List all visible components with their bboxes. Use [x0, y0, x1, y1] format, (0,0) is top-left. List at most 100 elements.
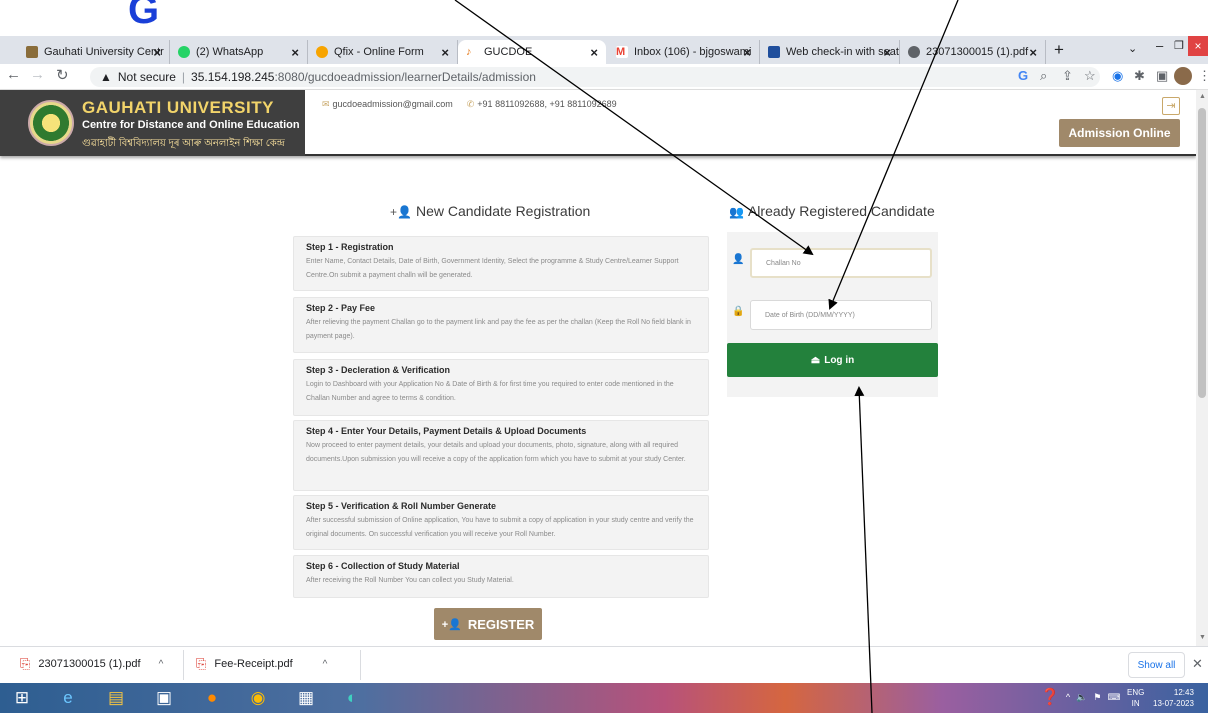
profile-avatar[interactable]	[1174, 67, 1192, 85]
firefox-icon[interactable]: ●	[200, 686, 224, 710]
url-host: 35.154.198.245	[191, 70, 275, 84]
login-button-label: Log in	[824, 354, 855, 366]
centre-name: Centre for Distance and Online Education	[82, 119, 300, 131]
tab-webcheckin[interactable]: Web check-in with seat s ×	[760, 40, 900, 64]
security-label[interactable]: Not secure	[118, 70, 176, 84]
download-item-1[interactable]: ⎘ 23071300015 (1).pdf ^	[20, 656, 163, 672]
download-separator	[360, 650, 361, 680]
users-icon: 👥	[729, 205, 744, 219]
bookmark-star-icon[interactable]: ☆	[1084, 68, 1096, 84]
sign-in-icon[interactable]: ⇥	[1162, 97, 1180, 115]
scroll-up-arrow-icon[interactable]: ▲	[1199, 93, 1206, 100]
network-icon[interactable]: ⚑	[1093, 692, 1101, 703]
contact-info: ✉ gucdoeadmission@gmail.com ✆ +91 88110926…	[322, 99, 617, 110]
scroll-down-arrow-icon[interactable]: ▼	[1199, 634, 1206, 641]
tab-gauhati[interactable]: Gauhati University Centr ×	[18, 40, 170, 64]
user-plus-icon: +👤	[390, 205, 412, 219]
minimize-icon[interactable]: –	[1156, 38, 1163, 53]
close-icon[interactable]: ×	[1029, 45, 1037, 60]
step-title: Step 6 - Collection of Study Material	[306, 561, 460, 571]
tab-pdf[interactable]: 23071300015 (1).pdf ×	[900, 40, 1046, 64]
tab-search-chevron-icon[interactable]: ⌄	[1128, 42, 1137, 55]
lock-icon: 🔒	[732, 306, 745, 317]
close-icon[interactable]: ×	[153, 45, 161, 60]
close-icon[interactable]: ✕	[1192, 656, 1203, 672]
gucdoe-favicon-icon: ♪	[466, 46, 478, 58]
extension-record-icon[interactable]: ◉	[1112, 68, 1123, 84]
step-card-3: Step 3 - Decleration & Verification Logi…	[293, 359, 709, 416]
help-icon[interactable]: ❓	[1040, 687, 1060, 707]
clock-time: 12:43	[1173, 688, 1194, 697]
side-panel-icon[interactable]: ▣	[1156, 68, 1168, 84]
store-icon[interactable]: ▣	[152, 686, 176, 710]
chevron-up-icon[interactable]: ^	[159, 659, 164, 670]
chevron-up-icon[interactable]: ^	[323, 659, 328, 670]
paint-icon[interactable]: ▦	[294, 686, 318, 710]
register-button[interactable]: +👤 REGISTER	[434, 608, 542, 640]
windows-start-icon[interactable]: ⊞	[10, 686, 34, 710]
internet-explorer-icon[interactable]: e	[56, 686, 80, 710]
google-icon[interactable]: G	[1018, 68, 1028, 83]
close-icon[interactable]: ×	[743, 45, 751, 60]
close-icon[interactable]: ×	[291, 45, 299, 60]
new-candidate-heading-text: New Candidate Registration	[415, 203, 591, 219]
show-all-button[interactable]: Show all	[1128, 652, 1185, 678]
step-card-2: Step 2 - Pay Fee After relieving the pay…	[293, 297, 709, 353]
sign-in-icon: ⏏	[810, 354, 821, 366]
user-icon: 👤	[732, 254, 745, 265]
tab-qfix[interactable]: Qfix - Online Form ×	[308, 40, 458, 64]
registered-candidate-heading: 👥 Already Registered Candidate	[729, 203, 935, 219]
close-icon[interactable]: ×	[441, 45, 449, 60]
keyboard-icon[interactable]: ⌨	[1107, 692, 1120, 703]
extensions-puzzle-icon[interactable]: ✱	[1134, 68, 1145, 84]
menu-dots-icon[interactable]: ⋮	[1198, 68, 1208, 84]
tab-title: GUCDOE	[484, 46, 533, 58]
system-tray: ❓ ^ 🔈 ⚑ ⌨	[1040, 687, 1120, 707]
chrome-icon[interactable]: ◉	[246, 686, 270, 710]
university-seal-logo[interactable]	[28, 100, 74, 146]
warning-icon: ▲	[100, 70, 112, 84]
edge-icon[interactable]: ◐	[340, 686, 364, 710]
share-icon[interactable]: ⇪	[1062, 68, 1073, 84]
close-window-icon[interactable]: ×	[1188, 36, 1208, 56]
file-explorer-icon[interactable]: ▤	[104, 686, 128, 710]
globe-icon	[908, 46, 920, 58]
url-separator: |	[181, 70, 186, 84]
step-card-4: Step 4 - Enter Your Details, Payment Det…	[293, 420, 709, 491]
forward-icon[interactable]: →	[30, 66, 45, 83]
user-plus-icon: +👤	[441, 618, 462, 631]
close-icon[interactable]: ×	[883, 45, 891, 60]
tab-gucdoe[interactable]: ♪ GUCDOE ×	[458, 40, 606, 64]
system-clock[interactable]: 12:43 13-07-2023	[1153, 687, 1194, 709]
close-icon[interactable]: ×	[590, 45, 598, 60]
tab-whatsapp[interactable]: (2) WhatsApp ×	[170, 40, 308, 64]
challan-no-input[interactable]: Challan No	[750, 248, 932, 278]
pdf-file-icon: ⎘	[20, 656, 31, 671]
scrollbar-thumb[interactable]	[1198, 108, 1206, 398]
whatsapp-icon	[178, 46, 190, 58]
clock-date: 13-07-2023	[1153, 699, 1194, 708]
airline-icon	[768, 46, 780, 58]
windows-taskbar	[0, 683, 1208, 713]
zoom-icon[interactable]: ⌕	[1040, 68, 1047, 84]
tray-chevron-up-icon[interactable]: ^	[1066, 692, 1070, 702]
login-button[interactable]: ⏏ Log in	[727, 343, 938, 377]
gmail-icon: M	[616, 46, 628, 58]
new-candidate-heading: +👤 New Candidate Registration	[390, 203, 590, 219]
email-contact[interactable]: ✉ gucdoeadmission@gmail.com	[322, 99, 453, 110]
maximize-icon[interactable]: ❐	[1174, 39, 1184, 52]
phone-contact[interactable]: ✆ +91 8811092688, +91 8811092689	[467, 99, 617, 110]
input-language[interactable]: ENG IN	[1127, 687, 1144, 709]
back-icon[interactable]: ←	[6, 66, 21, 83]
step-description: Now proceed to enter payment details, yo…	[306, 442, 686, 463]
download-item-2[interactable]: ⎘ Fee-Receipt.pdf ^	[196, 656, 327, 672]
date-of-birth-input[interactable]: Date of Birth (DD/MM/YYYY)	[750, 300, 932, 330]
reload-icon[interactable]: ↻	[56, 66, 69, 84]
omnibox[interactable]: ▲ Not secure | 35.154.198.245:8080/gucdo…	[90, 67, 1100, 87]
admission-online-button[interactable]: Admission Online	[1059, 119, 1180, 147]
new-tab-icon[interactable]: +	[1054, 40, 1064, 60]
email-text: gucdoeadmission@gmail.com	[332, 99, 453, 109]
tab-gmail[interactable]: M Inbox (106) - bjgoswami ×	[608, 40, 760, 64]
volume-icon[interactable]: 🔈	[1076, 692, 1087, 703]
step-card-1: Step 1 - Registration Enter Name, Contac…	[293, 236, 709, 291]
